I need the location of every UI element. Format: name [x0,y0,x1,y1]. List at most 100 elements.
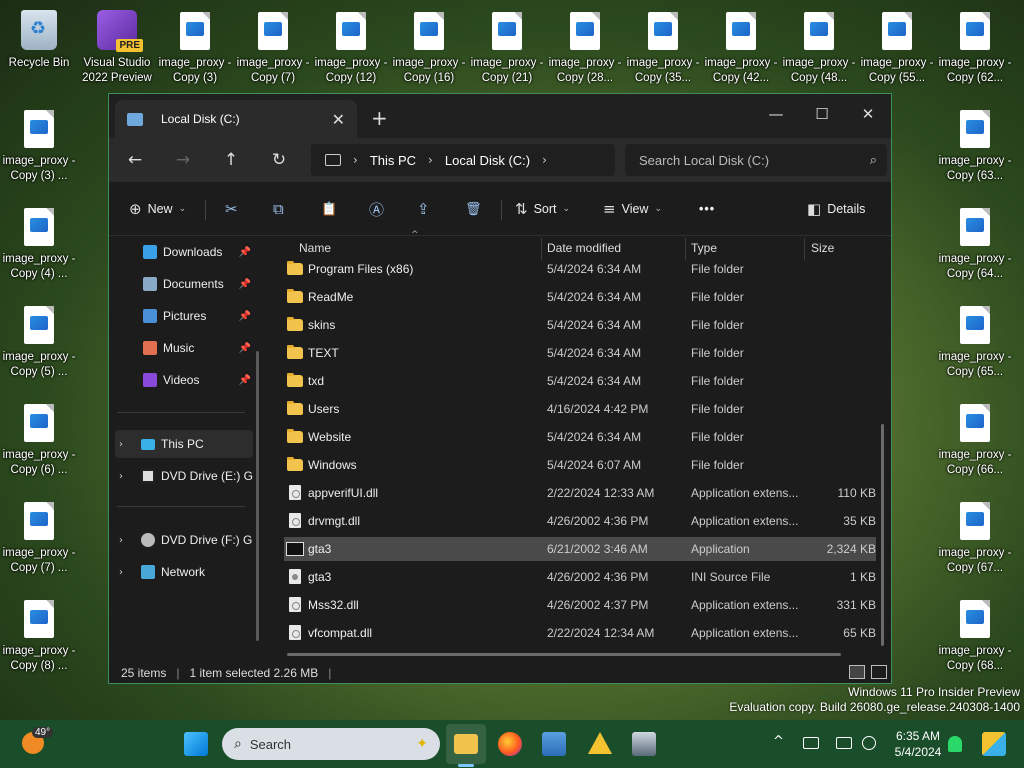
file-row[interactable]: skins 5/4/2024 6:34 AM File folder [284,313,876,337]
forward-button[interactable]: → [169,147,197,173]
system-clock[interactable]: 6:35 AM 5/4/2024 [893,728,943,760]
file-row[interactable]: vfcompat.dll 2/22/2024 12:34 AM Applicatio… [284,621,876,645]
file-row[interactable]: drvmgt.dll 4/26/2002 4:36 PM Application e… [284,509,876,533]
show-hidden-icons-button[interactable]: ^ [773,734,784,749]
file-row[interactable]: appverifUI.dll 2/22/2024 12:33 AM Applicat… [284,481,876,505]
desktop-icon-image-proxy[interactable]: image_proxy - Copy (66... [938,396,1012,488]
details-pane-button[interactable]: ◧ Details [807,195,865,223]
tiles-view-button[interactable] [871,665,887,679]
network-status-icon[interactable] [803,737,819,749]
desktop-icon-image-proxy[interactable]: image_proxy - Copy (6) ... [2,396,76,488]
chevron-right-icon[interactable]: › [119,471,133,482]
chevron-right-icon[interactable]: › [542,153,547,167]
desktop-icon-image-proxy[interactable]: image_proxy - Copy (42... [704,4,778,96]
desktop-icon-image-proxy[interactable]: image_proxy - Copy (12) [314,4,388,96]
nav-item-pictures[interactable]: Pictures 📌 [109,302,269,330]
share-button[interactable]: ⇪ [417,195,430,223]
desktop-icon-image-proxy[interactable]: image_proxy - Copy (55... [860,4,934,96]
desktop-icon-image-proxy[interactable]: image_proxy - Copy (64... [938,200,1012,292]
file-row[interactable]: Website 5/4/2024 6:34 AM File folder [284,425,876,449]
pin-icon[interactable]: 📌 [239,311,251,322]
chevron-right-icon[interactable]: › [119,535,133,546]
nav-item-downloads[interactable]: Downloads 📌 [109,238,269,266]
desktop-icon-image-proxy[interactable]: image_proxy - Copy (7) [236,4,310,96]
nav-item-videos[interactable]: Videos 📌 [109,366,269,394]
details-view-button[interactable] [849,665,865,679]
desktop-icon-image-proxy[interactable]: image_proxy - Copy (8) ... [2,592,76,684]
nav-item-dvd-f[interactable]: › DVD Drive (F:) G [109,526,269,554]
desktop-icon-image-proxy[interactable]: image_proxy - Copy (65... [938,298,1012,390]
rename-button[interactable]: Ⓐ [369,195,384,223]
nav-item-dvd-e[interactable]: › DVD Drive (E:) G [109,462,269,490]
file-row[interactable]: txd 5/4/2024 6:34 AM File folder [284,369,876,393]
maximize-button[interactable]: ☐ [799,100,845,128]
breadcrumb-this-pc[interactable]: This PC [370,153,416,168]
volume-icon[interactable] [836,737,852,749]
close-window-button[interactable]: ✕ [845,100,891,128]
notification-bell-icon[interactable] [948,736,962,752]
file-row[interactable]: gta3 4/26/2002 4:36 PM INI Source File 1 KB [284,565,876,589]
chevron-right-icon[interactable]: › [119,439,133,450]
breadcrumb-local-disk[interactable]: Local Disk (C:) [445,153,530,168]
file-row[interactable]: ReadMe 5/4/2024 6:34 AM File folder [284,285,876,309]
battery-icon[interactable] [862,736,876,750]
nav-item-music[interactable]: Music 📌 [109,334,269,362]
sort-button[interactable]: ⇅ Sort ⌄ [515,195,570,223]
desktop-icon-image-proxy[interactable]: image_proxy - Copy (21) [470,4,544,96]
nav-item-network[interactable]: › Network [109,558,269,586]
delete-button[interactable]: 🗑 [465,195,482,223]
desktop-icon-recycle-bin[interactable]: Recycle Bin [2,4,76,96]
desktop-icon-image-proxy[interactable]: image_proxy - Copy (48... [782,4,856,96]
pin-icon[interactable]: 📌 [239,343,251,354]
file-row[interactable]: TEXT 5/4/2024 6:34 AM File folder [284,341,876,365]
file-row[interactable]: Mss32.dll 4/26/2002 4:37 PM Application ex… [284,593,876,617]
paste-button[interactable]: 📋 [321,195,337,223]
file-row[interactable]: Users 4/16/2024 4:42 PM File folder [284,397,876,421]
pin-icon[interactable]: 📌 [239,279,251,290]
desktop-icon-image-proxy[interactable]: image_proxy - Copy (3) [158,4,232,96]
desktop-icon-image-proxy[interactable]: image_proxy - Copy (5) ... [2,298,76,390]
cut-button[interactable]: ✂ [225,195,238,223]
file-row[interactable]: Windows 5/4/2024 6:07 AM File folder [284,453,876,477]
breadcrumb[interactable]: › This PC › Local Disk (C:) › [311,144,615,176]
photos-icon[interactable] [542,732,566,756]
chevron-right-icon[interactable]: › [428,153,433,167]
desktop-icon-image-proxy[interactable]: image_proxy - Copy (3) ... [2,102,76,194]
new-button[interactable]: ⊕ New ⌄ [129,195,186,223]
close-tab-icon[interactable]: ✕ [332,110,345,129]
desktop-icon-image-proxy[interactable]: image_proxy - Copy (28... [548,4,622,96]
desktop-icon-visual-studio[interactable]: PRE Visual Studio 2022 Preview [80,4,154,96]
refresh-button[interactable]: ↻ [265,147,293,173]
game-app-icon[interactable] [632,732,656,756]
widgets-icon[interactable] [982,732,1006,756]
desktop-icon-image-proxy[interactable]: image_proxy - Copy (67... [938,494,1012,586]
file-row[interactable]: Program Files (x86) 5/4/2024 6:34 AM File … [284,257,876,281]
copy-button[interactable]: ⧉ [273,195,284,223]
file-row[interactable]: gta3 6/21/2002 3:46 AM Application 2,324 KB [284,537,876,561]
tab-local-disk[interactable]: Local Disk (C:) ✕ [115,100,357,138]
up-button[interactable]: ↑ [217,147,245,173]
view-button[interactable]: ≡ View ⌄ [603,195,662,223]
file-explorer-icon[interactable] [454,734,478,754]
desktop-icon-image-proxy[interactable]: image_proxy - Copy (4) ... [2,200,76,292]
vertical-scrollbar[interactable] [881,424,884,646]
desktop-icon-image-proxy[interactable]: image_proxy - Copy (7) ... [2,494,76,586]
nav-item-documents[interactable]: Documents 📌 [109,270,269,298]
new-tab-button[interactable]: + [371,106,388,130]
back-button[interactable]: ← [121,147,149,173]
desktop-icon-image-proxy[interactable]: image_proxy - Copy (35... [626,4,700,96]
desktop-icon-image-proxy[interactable]: image_proxy - Copy (68... [938,592,1012,684]
nav-scrollbar[interactable] [256,351,259,641]
chevron-right-icon[interactable]: › [353,153,358,167]
pin-icon[interactable]: 📌 [239,375,251,386]
more-options-button[interactable]: ••• [693,195,715,223]
taskbar-search[interactable]: ⌕ Search ✦ [222,728,440,760]
firefox-icon[interactable] [498,732,522,756]
chevron-right-icon[interactable]: › [119,567,133,578]
start-button[interactable] [184,732,208,756]
warning-app-icon[interactable] [588,732,612,754]
desktop-icon-image-proxy[interactable]: image_proxy - Copy (62... [938,4,1012,96]
horizontal-scrollbar[interactable] [287,653,841,656]
desktop-icon-image-proxy[interactable]: image_proxy - Copy (16) [392,4,466,96]
pin-icon[interactable]: 📌 [239,247,251,258]
